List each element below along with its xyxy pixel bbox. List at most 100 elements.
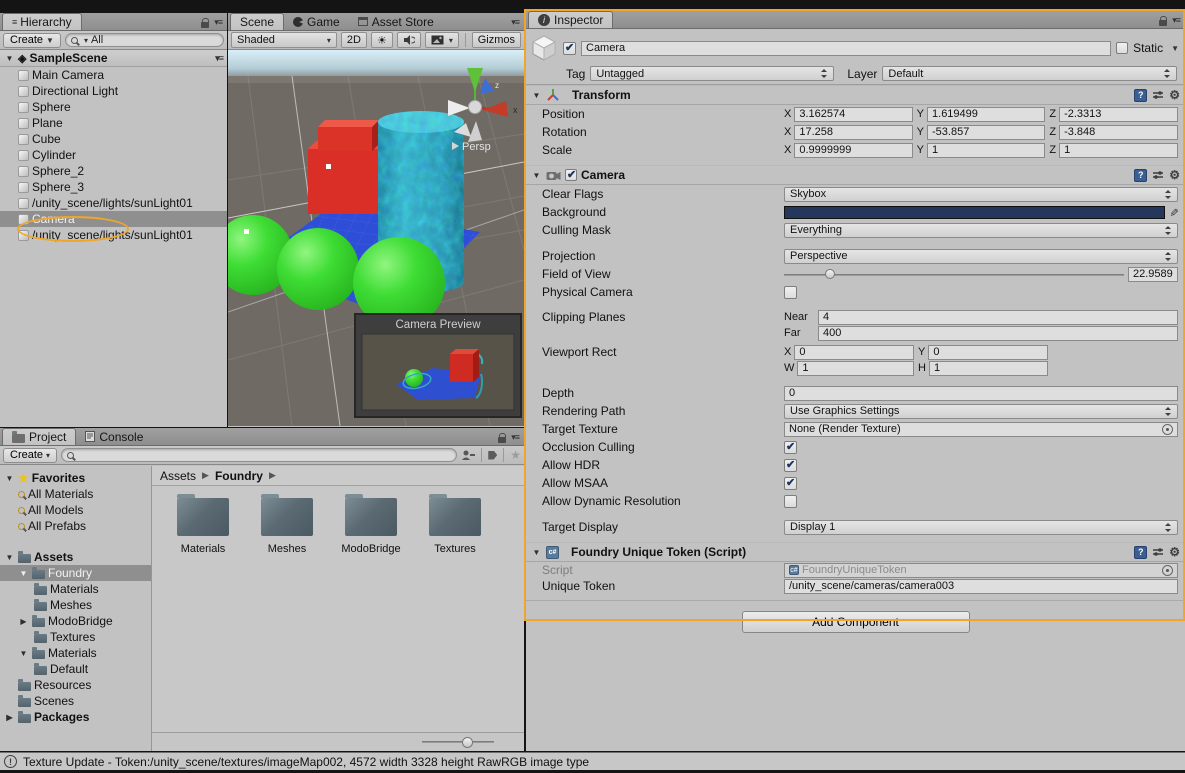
panel-menu-icon[interactable]: ▾≡ <box>1172 15 1180 26</box>
position-z-field[interactable]: -2.3313 <box>1059 107 1178 122</box>
vertex-handle[interactable] <box>244 229 249 234</box>
rendering-path-dropdown[interactable]: Use Graphics Settings <box>784 404 1178 419</box>
viewport-w-field[interactable]: 1 <box>797 361 914 376</box>
static-checkbox[interactable] <box>1116 42 1128 54</box>
background-color-swatch[interactable] <box>784 206 1165 219</box>
hierarchy-item[interactable]: Cylinder <box>0 147 227 163</box>
fov-slider[interactable] <box>784 267 1124 282</box>
tab-asset-store[interactable]: Asset Store <box>349 13 443 30</box>
shading-mode-dropdown[interactable]: Shaded ▾ <box>231 32 337 48</box>
project-tree-item[interactable]: Default <box>0 661 151 677</box>
gear-icon[interactable]: ⚙ <box>1169 89 1180 101</box>
asset-folder[interactable]: Meshes <box>250 498 324 555</box>
gear-icon[interactable]: ⚙ <box>1169 546 1180 558</box>
eyedropper-icon[interactable]: ✎ <box>1167 207 1180 216</box>
script-field[interactable]: FoundryUniqueToken <box>784 563 1178 578</box>
scene-header-row[interactable]: ▼ ◈ SampleScene ▾≡ <box>0 50 227 67</box>
favorites-item[interactable]: All Models <box>0 502 151 518</box>
far-clip-field[interactable]: 400 <box>818 326 1178 341</box>
unique-token-field[interactable]: /unity_scene/cameras/camera003 <box>784 579 1178 594</box>
allow-msaa-checkbox[interactable] <box>784 477 797 490</box>
favorites-root[interactable]: ▼★Favorites <box>0 470 151 486</box>
gameobject-name-field[interactable]: Camera <box>581 41 1111 56</box>
project-tree-item-selected[interactable]: ▼Foundry <box>0 565 151 581</box>
hierarchy-create-button[interactable]: Create▼ <box>3 33 61 48</box>
fold-arrow-icon[interactable]: ▼ <box>531 171 542 180</box>
rotation-x-field[interactable]: 17.258 <box>794 125 912 140</box>
rotation-z-field[interactable]: -3.848 <box>1059 125 1178 140</box>
vertex-handle[interactable] <box>326 164 331 169</box>
hierarchy-item[interactable]: Sphere <box>0 99 227 115</box>
tab-project[interactable]: Project <box>2 428 76 445</box>
panel-menu-icon[interactable]: ▾≡ <box>214 17 222 28</box>
foundry-token-header[interactable]: ▼ Foundry Unique Token (Script) ⚙ <box>526 542 1185 562</box>
scale-z-field[interactable]: 1 <box>1059 143 1178 158</box>
tab-hierarchy[interactable]: ≡ Hierarchy <box>2 13 82 30</box>
hierarchy-item[interactable]: Directional Light <box>0 83 227 99</box>
project-tree-item[interactable]: Scenes <box>0 693 151 709</box>
presets-icon[interactable] <box>1152 169 1164 181</box>
project-tree-item[interactable]: Meshes <box>0 597 151 613</box>
tab-scene[interactable]: Scene <box>230 13 284 30</box>
breadcrumb-current[interactable]: Foundry <box>215 469 263 483</box>
rotation-y-field[interactable]: -53.857 <box>927 125 1045 140</box>
hierarchy-item-selected[interactable]: Camera <box>0 211 227 227</box>
hierarchy-item[interactable]: /unity_scene/lights/sunLight01 <box>0 195 227 211</box>
layer-dropdown[interactable]: Default <box>882 66 1177 81</box>
camera-enabled-checkbox[interactable] <box>565 169 577 181</box>
camera-component-header[interactable]: ▼ Camera ⚙ <box>526 165 1185 185</box>
static-dropdown-icon[interactable]: ▼ <box>1171 44 1179 53</box>
project-tree-item[interactable]: ▼Materials <box>0 645 151 661</box>
effects-dropdown-button[interactable]: ▾ <box>425 32 459 48</box>
thumbnail-zoom-slider[interactable] <box>422 741 494 743</box>
scene-viewport[interactable]: x z Persp Camera Preview <box>228 50 524 426</box>
fov-value-field[interactable]: 22.9589 <box>1128 267 1178 282</box>
viewport-x-field[interactable]: 0 <box>794 345 914 360</box>
depth-field[interactable]: 0 <box>784 386 1178 401</box>
search-by-label-icon[interactable] <box>488 451 497 460</box>
lock-icon[interactable] <box>1159 20 1167 26</box>
hierarchy-item[interactable]: Sphere_3 <box>0 179 227 195</box>
allow-dynamic-resolution-checkbox[interactable] <box>784 495 797 508</box>
status-bar[interactable]: Texture Update - Token:/unity_scene/text… <box>0 752 1185 770</box>
occlusion-culling-checkbox[interactable] <box>784 441 797 454</box>
target-texture-field[interactable]: None (Render Texture) <box>784 422 1178 437</box>
favorites-item[interactable]: All Materials <box>0 486 151 502</box>
tab-console[interactable]: Console <box>76 428 152 445</box>
project-tree-item[interactable]: Materials <box>0 581 151 597</box>
presets-icon[interactable] <box>1152 546 1164 558</box>
asset-folder[interactable]: Textures <box>418 498 492 555</box>
save-search-star-icon[interactable]: ★ <box>510 448 521 462</box>
fold-arrow-icon[interactable]: ▼ <box>531 91 542 100</box>
project-tree-item[interactable]: Textures <box>0 629 151 645</box>
scene-menu-icon[interactable]: ▾≡ <box>215 53 227 64</box>
project-tree-item[interactable]: ▶ModoBridge <box>0 613 151 629</box>
culling-mask-dropdown[interactable]: Everything <box>784 223 1178 238</box>
lock-icon[interactable] <box>498 437 506 443</box>
position-x-field[interactable]: 3.162574 <box>794 107 912 122</box>
lighting-toggle-button[interactable]: ☀ <box>371 32 393 48</box>
viewport-y-field[interactable]: 0 <box>928 345 1048 360</box>
breadcrumb-root[interactable]: Assets <box>160 469 196 483</box>
help-icon[interactable] <box>1134 546 1147 559</box>
transform-header[interactable]: ▼ Transform ⚙ <box>526 85 1185 105</box>
tag-dropdown[interactable]: Untagged <box>590 66 834 81</box>
position-y-field[interactable]: 1.619499 <box>927 107 1045 122</box>
hierarchy-item[interactable]: Cube <box>0 131 227 147</box>
help-icon[interactable] <box>1134 169 1147 182</box>
hierarchy-item[interactable]: Main Camera <box>0 67 227 83</box>
target-display-dropdown[interactable]: Display 1 <box>784 520 1178 535</box>
hierarchy-item[interactable]: /unity_scene/lights/sunLight01 <box>0 227 227 243</box>
gizmos-dropdown[interactable]: Gizmos <box>472 32 521 48</box>
fold-arrow-icon[interactable]: ▼ <box>4 54 15 63</box>
asset-folder[interactable]: Materials <box>166 498 240 555</box>
gizmo-center[interactable] <box>469 101 482 114</box>
asset-folder[interactable]: ModoBridge <box>334 498 408 555</box>
object-picker-icon[interactable] <box>1162 424 1173 435</box>
2d-toggle-button[interactable]: 2D <box>341 32 367 48</box>
project-create-button[interactable]: Create▾ <box>3 448 57 463</box>
presets-icon[interactable] <box>1152 89 1164 101</box>
green-sphere[interactable] <box>277 228 359 310</box>
physical-camera-checkbox[interactable] <box>784 286 797 299</box>
active-checkbox[interactable] <box>563 42 576 55</box>
